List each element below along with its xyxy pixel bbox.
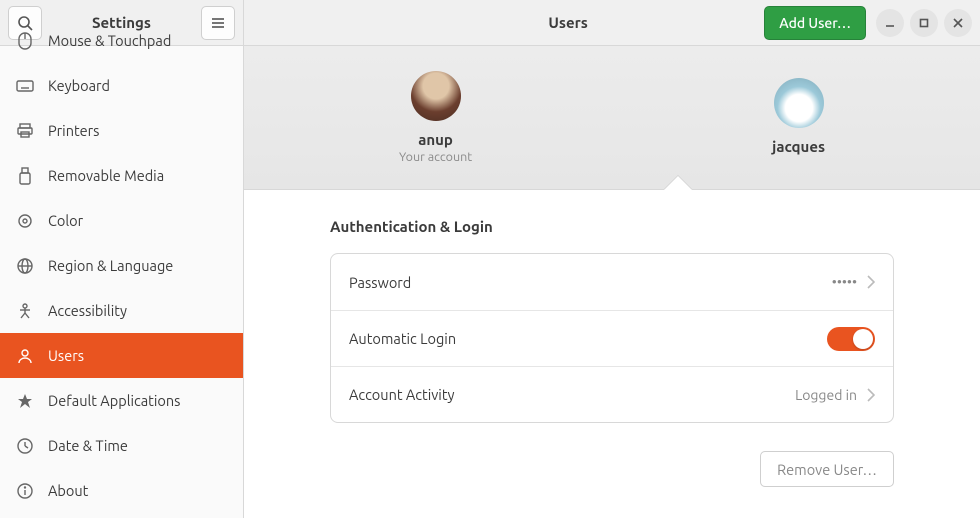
page-title: Users (372, 14, 764, 31)
minimize-button[interactable] (876, 9, 904, 37)
sidebar-item-region-language[interactable]: Region & Language (0, 243, 243, 288)
keyboard-icon (16, 77, 34, 95)
color-icon (16, 212, 34, 230)
close-icon (953, 18, 963, 28)
password-value: ••••• (832, 274, 857, 290)
maximize-button[interactable] (910, 9, 938, 37)
row-account-activity[interactable]: Account Activity Logged in (331, 366, 893, 422)
user-card-anup[interactable]: anup Your account (399, 71, 472, 164)
user-icon (16, 347, 34, 365)
sidebar-list: Mouse & Touchpad Keyboard Printers Remov… (0, 18, 243, 518)
user-name: jacques (772, 138, 825, 155)
avatar (774, 78, 824, 128)
window-controls (876, 9, 972, 37)
clock-icon (16, 437, 34, 455)
sidebar-item-users[interactable]: Users (0, 333, 243, 378)
maximize-icon (919, 18, 929, 28)
sidebar: Settings Mouse & Touchpad Keyboard Print… (0, 0, 244, 518)
close-button[interactable] (944, 9, 972, 37)
row-password[interactable]: Password ••••• (331, 254, 893, 310)
sidebar-item-label: Removable Media (48, 167, 164, 184)
auth-card: Password ••••• Automatic Login Account A… (330, 253, 894, 423)
main-header: Users Add User… (244, 0, 980, 46)
sidebar-item-printers[interactable]: Printers (0, 108, 243, 153)
row-automatic-login: Automatic Login (331, 310, 893, 366)
sidebar-item-label: Color (48, 212, 83, 229)
printer-icon (16, 122, 34, 140)
user-name: anup (418, 131, 453, 148)
remove-user-button[interactable]: Remove User… (760, 451, 894, 487)
star-icon (16, 392, 34, 410)
sidebar-item-keyboard[interactable]: Keyboard (0, 63, 243, 108)
content-area: Authentication & Login Password ••••• Au… (244, 190, 980, 518)
sidebar-item-label: Accessibility (48, 302, 127, 319)
usb-icon (16, 167, 34, 185)
sidebar-item-label: About (48, 482, 88, 499)
chevron-right-icon (867, 388, 875, 402)
sidebar-item-label: Region & Language (48, 257, 173, 274)
sidebar-item-color[interactable]: Color (0, 198, 243, 243)
activity-value: Logged in (795, 387, 857, 403)
add-user-button[interactable]: Add User… (764, 6, 866, 40)
chevron-right-icon (867, 275, 875, 289)
sidebar-item-label: Users (48, 347, 84, 364)
sidebar-item-label: Mouse & Touchpad (48, 32, 171, 49)
sidebar-item-label: Printers (48, 122, 99, 139)
sidebar-item-label: Default Applications (48, 392, 180, 409)
avatar (411, 71, 461, 121)
section-title-auth: Authentication & Login (330, 218, 894, 235)
sidebar-item-default-applications[interactable]: Default Applications (0, 378, 243, 423)
mouse-icon (16, 32, 34, 50)
sidebar-item-about[interactable]: About (0, 468, 243, 513)
row-label: Password (349, 274, 832, 291)
minimize-icon (885, 18, 895, 28)
automatic-login-toggle[interactable] (827, 327, 875, 351)
sidebar-item-mouse-touchpad[interactable]: Mouse & Touchpad (0, 18, 243, 63)
footer-actions: Remove User… (330, 451, 894, 487)
accessibility-icon (16, 302, 34, 320)
sidebar-item-removable-media[interactable]: Removable Media (0, 153, 243, 198)
main-panel: Users Add User… anup Your account jacque… (244, 0, 980, 518)
user-card-jacques[interactable]: jacques (772, 78, 825, 157)
sidebar-item-date-time[interactable]: Date & Time (0, 423, 243, 468)
globe-icon (16, 257, 34, 275)
info-icon (16, 482, 34, 500)
sidebar-item-label: Date & Time (48, 437, 128, 454)
user-subtitle: Your account (399, 150, 472, 164)
row-label: Account Activity (349, 386, 795, 403)
sidebar-item-accessibility[interactable]: Accessibility (0, 288, 243, 333)
row-label: Automatic Login (349, 330, 827, 347)
sidebar-item-label: Keyboard (48, 77, 110, 94)
users-strip: anup Your account jacques (244, 46, 980, 190)
